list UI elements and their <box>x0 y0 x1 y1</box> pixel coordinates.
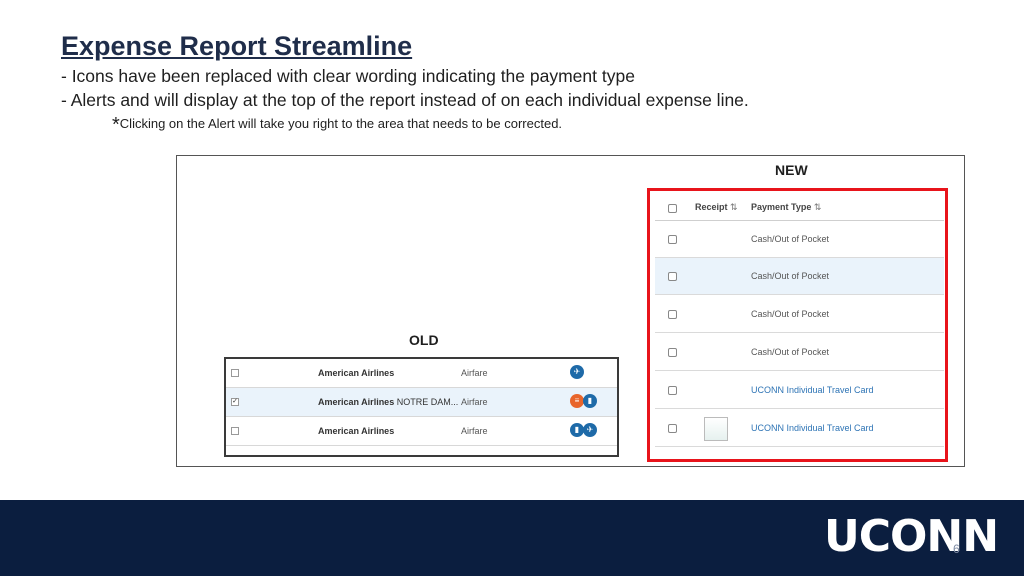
table-row[interactable]: American Airlines Airfare ▮ ✈ <box>226 417 617 446</box>
slide-title: Expense Report Streamline <box>61 31 413 61</box>
card-icon: ▮ <box>583 394 597 408</box>
payment-type[interactable]: UCONN Individual Travel Card <box>751 423 874 433</box>
payment-type: Cash/Out of Pocket <box>751 234 830 244</box>
old-expense-table: American Airlines Airfare ✈ ✓ American A… <box>224 357 619 457</box>
uconn-logo: UCONN <box>824 511 999 562</box>
sort-icon: ⇅ <box>730 202 738 212</box>
row-checkbox[interactable] <box>668 235 677 244</box>
table-row[interactable]: ✓ American Airlines NOTRE DAM... Airfare… <box>226 388 617 417</box>
airplane-icon: ✈ <box>570 365 584 379</box>
airplane-icon: ✈ <box>583 423 597 437</box>
row-checkbox[interactable] <box>668 424 677 433</box>
new-table-header: Receipt ⇅ Payment Type ⇅ <box>655 194 944 221</box>
sort-icon: ⇅ <box>813 202 822 212</box>
card-icon: ▮ <box>570 423 584 437</box>
old-label: OLD <box>409 332 439 348</box>
payment-type: Cash/Out of Pocket <box>751 309 830 319</box>
expense-type: Airfare <box>461 426 488 436</box>
vendor-name: American Airlines <box>318 368 395 378</box>
expense-type: Airfare <box>461 397 488 407</box>
table-row[interactable]: Cash/Out of Pocket <box>655 334 944 371</box>
table-row[interactable]: American Airlines Airfare ✈ <box>226 359 617 388</box>
payment-type[interactable]: UCONN Individual Travel Card <box>751 385 874 395</box>
vendor-name: American Airlines NOTRE DAM... <box>318 397 459 407</box>
page-number: 6 <box>953 542 960 556</box>
table-row[interactable]: Cash/Out of Pocket <box>655 296 944 333</box>
vendor-name: American Airlines <box>318 426 395 436</box>
payment-type: Cash/Out of Pocket <box>751 347 830 357</box>
row-checkbox[interactable] <box>668 386 677 395</box>
table-row[interactable]: Cash/Out of Pocket <box>655 221 944 258</box>
bullet-alerts: - Alerts and will display at the top of … <box>61 90 749 110</box>
alert-note: *Clicking on the Alert will take you rig… <box>112 114 562 137</box>
row-checkbox[interactable] <box>231 427 239 435</box>
row-checkbox[interactable] <box>231 369 239 377</box>
new-label: NEW <box>775 162 808 178</box>
column-header-receipt[interactable]: Receipt ⇅ <box>695 202 738 213</box>
table-row[interactable]: UCONN Individual Travel Card <box>655 410 944 447</box>
note-text: Clicking on the Alert will take you righ… <box>119 116 563 131</box>
table-row[interactable]: UCONN Individual Travel Card <box>655 372 944 409</box>
row-checkbox[interactable] <box>668 272 677 281</box>
select-all-checkbox[interactable] <box>668 204 677 213</box>
receipt-thumbnail[interactable] <box>704 417 728 441</box>
row-checkbox[interactable]: ✓ <box>231 398 239 406</box>
expense-type: Airfare <box>461 368 488 378</box>
column-header-payment-type[interactable]: Payment Type ⇅ <box>751 202 821 213</box>
receipt-alert-icon: ≡ <box>570 394 584 408</box>
row-checkbox[interactable] <box>668 348 677 357</box>
note-asterisk: * <box>112 114 120 136</box>
row-checkbox[interactable] <box>668 310 677 319</box>
bullet-payment-type: - Icons have been replaced with clear wo… <box>61 66 635 86</box>
payment-type: Cash/Out of Pocket <box>751 271 830 281</box>
table-row[interactable]: Cash/Out of Pocket <box>655 258 944 295</box>
